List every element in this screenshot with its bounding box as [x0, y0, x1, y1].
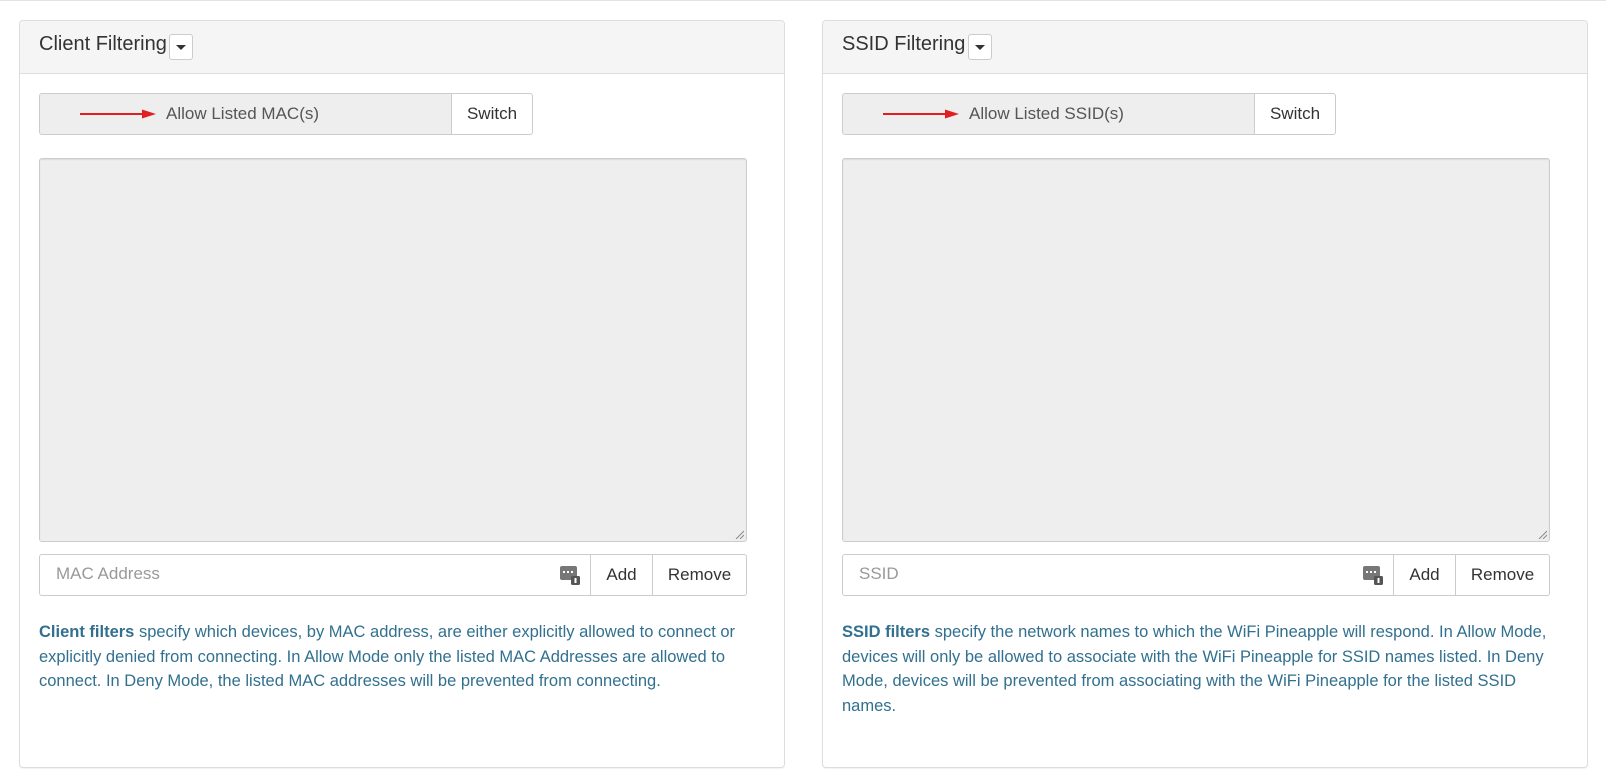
switch-mode-button[interactable]: Switch — [1255, 93, 1336, 135]
resize-grip-icon[interactable] — [734, 529, 744, 539]
help-text-body: specify the network names to which the W… — [842, 623, 1547, 715]
panel-dropdown-button[interactable] — [968, 34, 992, 60]
panel-title: Client Filtering — [39, 33, 167, 55]
add-button[interactable]: Add — [1394, 554, 1456, 596]
mac-input-group: Add Remove — [39, 554, 747, 596]
help-text: SSID filters specify the network names t… — [842, 620, 1554, 718]
panel-heading: SSID Filtering — [823, 21, 1587, 74]
switch-mode-button[interactable]: Switch — [452, 93, 533, 135]
help-text-body: specify which devices, by MAC address, a… — [39, 623, 736, 690]
mac-address-input[interactable] — [54, 555, 534, 593]
ssid-input-group: Add Remove — [842, 554, 1550, 596]
help-text-bold: Client filters — [39, 623, 135, 641]
mode-toggle-group: Allow Listed SSID(s) Switch — [842, 93, 1336, 135]
mac-list-textarea[interactable] — [39, 158, 747, 542]
keyboard-icon[interactable] — [1362, 564, 1384, 586]
caret-down-icon — [176, 44, 186, 50]
red-arrow-icon — [883, 109, 959, 119]
ssid-input[interactable] — [857, 555, 1337, 593]
panel-dropdown-button[interactable] — [169, 34, 193, 60]
mode-status-label: Allow Listed MAC(s) — [39, 93, 452, 135]
client-filtering-panel: Client Filtering Allow Listed MAC(s) Swi… — [19, 20, 785, 768]
ssid-filtering-panel: SSID Filtering Allow Listed SSID(s) Swit… — [822, 20, 1588, 768]
ssid-list-textarea[interactable] — [842, 158, 1550, 542]
top-divider — [0, 0, 1606, 1]
keyboard-icon[interactable] — [559, 564, 581, 586]
mode-text: Allow Listed SSID(s) — [969, 104, 1124, 123]
add-button[interactable]: Add — [591, 554, 653, 596]
help-text: Client filters specify which devices, by… — [39, 620, 751, 694]
remove-button[interactable]: Remove — [1456, 554, 1550, 596]
help-text-bold: SSID filters — [842, 623, 931, 641]
resize-grip-icon[interactable] — [1537, 529, 1547, 539]
panel-heading: Client Filtering — [20, 21, 784, 74]
panel-title: SSID Filtering — [842, 33, 966, 55]
red-arrow-icon — [80, 109, 156, 119]
mode-text: Allow Listed MAC(s) — [166, 104, 320, 123]
caret-down-icon — [975, 44, 985, 50]
mac-address-field[interactable] — [39, 554, 591, 596]
ssid-field[interactable] — [842, 554, 1394, 596]
mode-toggle-group: Allow Listed MAC(s) Switch — [39, 93, 533, 135]
mode-status-label: Allow Listed SSID(s) — [842, 93, 1255, 135]
remove-button[interactable]: Remove — [653, 554, 747, 596]
